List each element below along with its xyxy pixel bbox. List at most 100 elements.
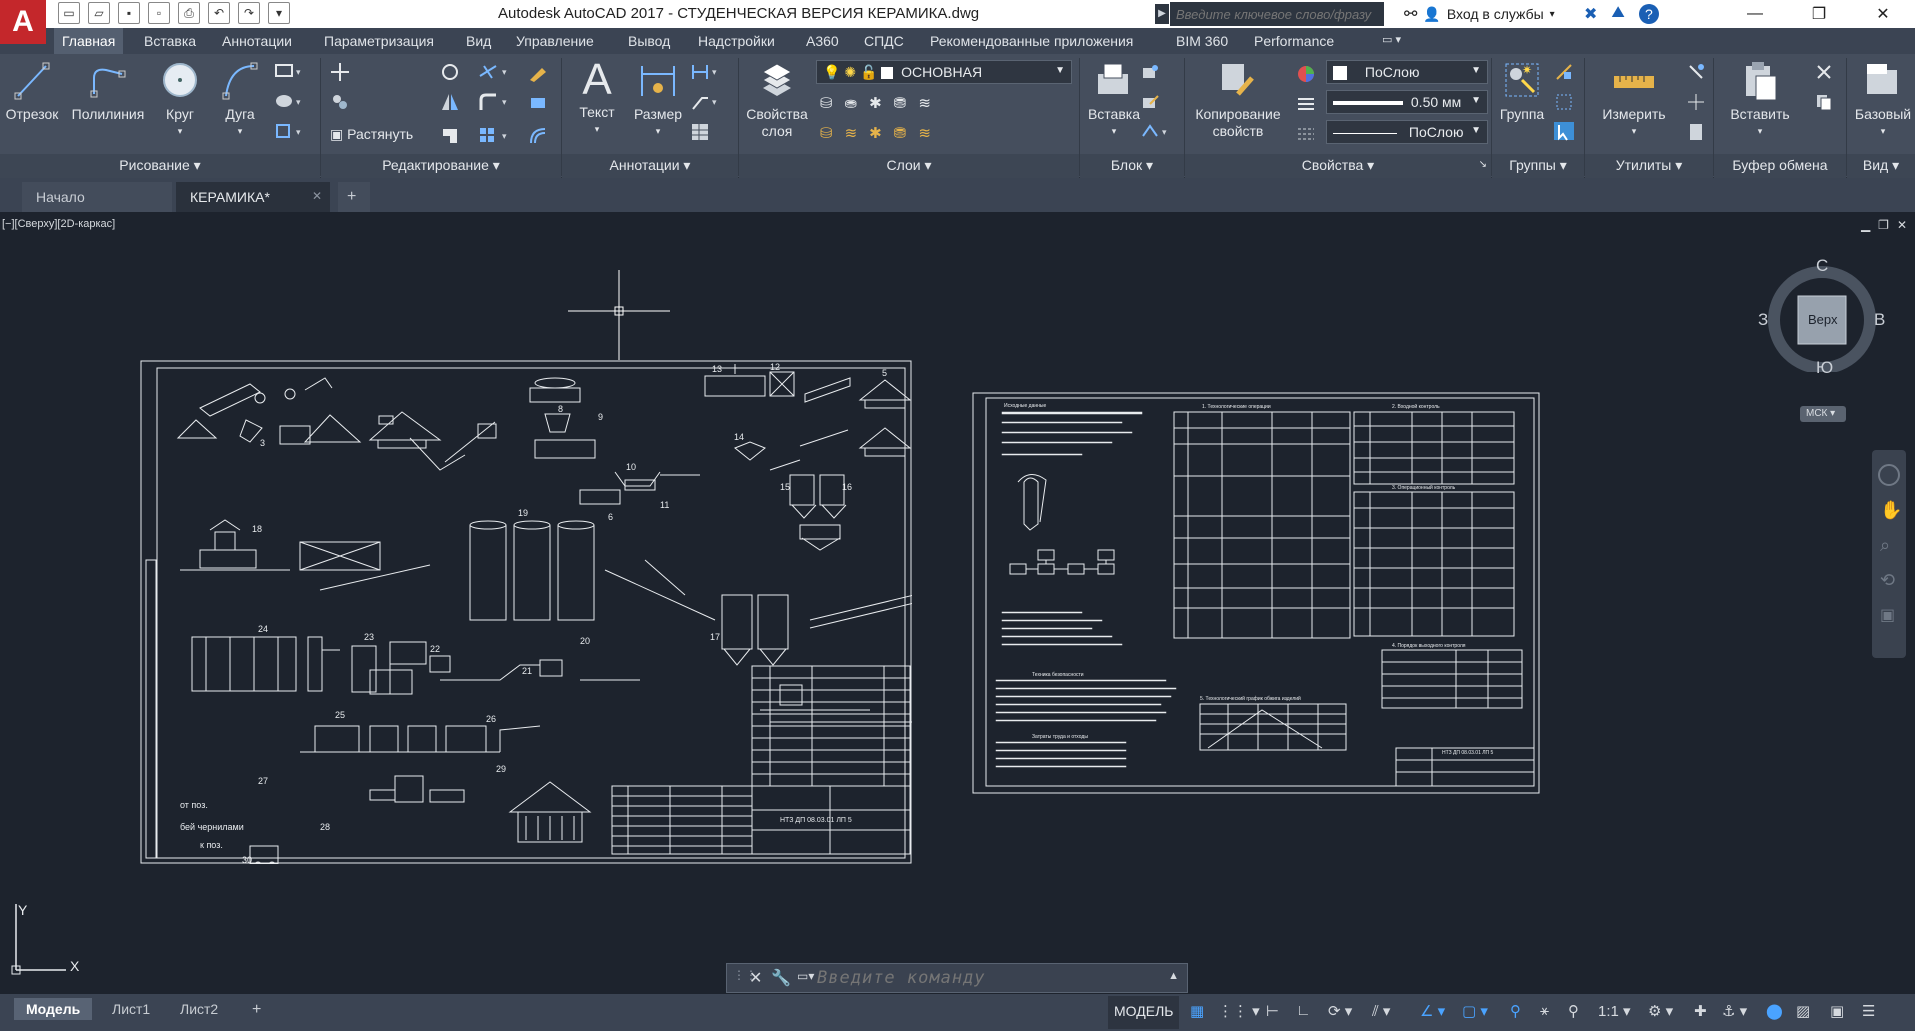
text-tool[interactable]: A Текст ▾ — [568, 56, 626, 138]
print-icon[interactable]: ⎙ — [178, 2, 200, 24]
close-tab-icon[interactable]: ✕ — [312, 189, 322, 203]
stretch-tool[interactable]: ▣ Растянуть — [330, 126, 430, 143]
grid-icon[interactable]: ▦ — [1190, 1002, 1204, 1020]
block-panel-label[interactable]: Блок ▾ — [1080, 154, 1184, 176]
annotation-scale-value[interactable]: 1:1 ▾ — [1598, 1002, 1631, 1020]
a360-icon[interactable]: ⛰ — [1611, 4, 1624, 24]
command-prompt-icon[interactable]: ▭▾ — [797, 969, 814, 983]
groups-panel-label[interactable]: Группы ▾ — [1492, 154, 1584, 176]
table-icon[interactable] — [690, 122, 710, 140]
measure-tool[interactable]: Измерить ▾ — [1588, 60, 1680, 140]
undo-icon[interactable]: ↶ — [208, 2, 230, 24]
copy-clip-icon[interactable] — [1814, 92, 1834, 111]
lineweight-dropdown[interactable]: 0.50 мм ▼ — [1326, 90, 1488, 114]
workspace-gear-icon[interactable]: ⚙ ▾ — [1648, 1002, 1673, 1020]
polar-tracking-icon[interactable]: ⟳ ▾ — [1328, 1002, 1352, 1020]
maximize-button[interactable]: ❐ — [1787, 0, 1851, 28]
erase-icon[interactable] — [528, 62, 548, 82]
open-file-icon[interactable]: ▱ — [88, 2, 110, 24]
leader-icon[interactable]: ▾ — [690, 92, 717, 110]
layers-panel-label[interactable]: Слои ▾ — [739, 154, 1079, 176]
layer-properties-tool[interactable]: Свойства слоя — [740, 60, 814, 140]
linetype-icon[interactable] — [1296, 124, 1316, 142]
drawing-sheet-1[interactable]: 3 13 12 11 5 8 9 10 14 15 16 18 19 6 17 … — [140, 360, 912, 864]
tab-start[interactable]: Начало — [22, 182, 172, 212]
ribbon-options-icon[interactable]: ▭ ▾ — [1374, 31, 1409, 48]
tab-spds[interactable]: СПДС — [856, 31, 912, 51]
tab-featured-apps[interactable]: Рекомендованные приложения — [922, 31, 1141, 51]
annotation-monitor-icon[interactable]: ✚ — [1694, 1002, 1707, 1020]
quick-select-icon[interactable] — [1686, 62, 1706, 80]
new-tab-button[interactable]: + — [338, 182, 370, 212]
search-input[interactable] — [1170, 2, 1384, 26]
search-expand-icon[interactable]: ▶ — [1155, 4, 1169, 24]
exchange-icon[interactable]: ✖ — [1584, 4, 1597, 24]
drawing-viewport[interactable]: [−][Сверху][2D-каркас] ▁ ❐ ✕ 3 13 12 11 … — [0, 212, 1915, 992]
pan-icon[interactable]: ✋ — [1880, 500, 1902, 521]
properties-panel-label[interactable]: Свойства ▾ ↘ — [1185, 154, 1491, 176]
line-tool[interactable]: Отрезок — [2, 60, 62, 123]
iso-draft-icon[interactable]: ⫽ ▾ — [1372, 1002, 1390, 1020]
model-space-button[interactable]: МОДЕЛЬ — [1108, 996, 1180, 1029]
object-snap-icon[interactable]: ▢ ▾ — [1462, 1002, 1488, 1020]
new-file-icon[interactable]: ▭ — [58, 2, 80, 24]
command-input[interactable] — [817, 966, 1117, 990]
isolate-objects-icon[interactable]: ⬤ — [1766, 1002, 1783, 1020]
color-wheel-icon[interactable] — [1296, 64, 1316, 82]
layout-tab-sheet2[interactable]: Лист2 — [168, 998, 230, 1020]
auto-scale-icon[interactable]: ⚹ — [1540, 1002, 1549, 1019]
mirror-icon[interactable] — [440, 92, 460, 110]
viewcube-north[interactable]: С — [1816, 256, 1828, 276]
layer-isolate-icon[interactable]: ⛂ — [845, 94, 858, 112]
close-command-icon[interactable]: ✕ — [749, 968, 762, 988]
viewport-label[interactable]: [−][Сверху][2D-каркас] — [2, 218, 115, 230]
ortho-icon[interactable]: ∟ — [1296, 1002, 1311, 1019]
copy-icon[interactable] — [330, 92, 350, 110]
customize-qat-icon[interactable]: ▾ — [268, 2, 290, 24]
drawing-sheet-2[interactable]: Исходные данные 1. Технологические опера… — [972, 392, 1540, 794]
rectangle-icon[interactable]: ▾ — [274, 62, 301, 80]
zoom-icon[interactable]: ⌕ — [1880, 535, 1898, 556]
hardware-acceleration-icon[interactable]: ▨ — [1796, 1002, 1810, 1020]
viewport-minimize-icon[interactable]: ▁ — [1861, 218, 1870, 232]
tab-a360[interactable]: A360 — [798, 31, 847, 51]
tab-bim360[interactable]: BIM 360 — [1168, 31, 1236, 51]
dynamic-input-icon[interactable]: ⊢ — [1266, 1002, 1279, 1020]
add-layout-button[interactable]: + — [240, 998, 273, 1020]
tab-keramika[interactable]: КЕРАМИКА* ✕ — [176, 182, 330, 212]
fillet-icon[interactable]: ▾ — [478, 92, 507, 110]
paste-tool[interactable]: Вставить ▾ — [1720, 60, 1800, 140]
wrench-icon[interactable]: 🔧 — [771, 968, 791, 988]
arc-tool[interactable]: Дуга ▾ — [212, 60, 268, 140]
layer-off-icon[interactable]: ⛁ — [820, 94, 833, 112]
minimize-button[interactable]: — — [1723, 0, 1787, 28]
linear-dim-icon[interactable]: ▾ — [690, 62, 717, 80]
annotation-panel-label[interactable]: Аннотации ▾ — [562, 154, 738, 176]
ungroup-icon[interactable] — [1554, 62, 1574, 80]
annotation-visibility-icon[interactable]: ⚲ — [1510, 1002, 1521, 1020]
showmotion-icon[interactable]: ▣ — [1880, 605, 1898, 625]
steering-wheel-icon[interactable] — [1878, 464, 1900, 486]
cut-icon[interactable] — [1814, 62, 1834, 80]
layer-thaw-icon[interactable]: ✱ — [869, 124, 882, 142]
explode-icon[interactable] — [528, 92, 548, 110]
signin-button[interactable]: ⚯ 👤 Вход в службы ▾ — [1404, 2, 1572, 26]
redo-icon[interactable]: ↷ — [238, 2, 260, 24]
calculator-icon[interactable] — [1686, 122, 1706, 140]
tab-view[interactable]: Вид — [458, 31, 499, 51]
boundary-icon[interactable]: ▾ — [274, 122, 301, 140]
layer-walk-icon[interactable]: ⛁ — [820, 124, 833, 142]
tab-annotate[interactable]: Аннотации — [214, 31, 300, 51]
layer-freeze-icon[interactable]: ✱ — [869, 94, 882, 112]
ucs-menu[interactable]: МСК ▾ — [1800, 406, 1846, 422]
group-edit-icon[interactable] — [1554, 92, 1574, 110]
tab-home[interactable]: Главная — [54, 28, 124, 54]
layer-lock-icon[interactable]: ⛃ — [894, 94, 907, 112]
rotate-icon[interactable] — [440, 62, 460, 80]
annotation-scale-icon[interactable]: ⚲ — [1568, 1002, 1579, 1020]
snap-icon[interactable]: ⋮⋮ ▾ — [1218, 1002, 1260, 1020]
offset-icon[interactable] — [528, 126, 548, 144]
base-view-tool[interactable]: Базовый ▾ — [1850, 60, 1915, 140]
units-icon[interactable]: ⚓ ▾ — [1722, 1002, 1747, 1020]
insert-block-tool[interactable]: Вставка ▾ — [1082, 60, 1146, 140]
